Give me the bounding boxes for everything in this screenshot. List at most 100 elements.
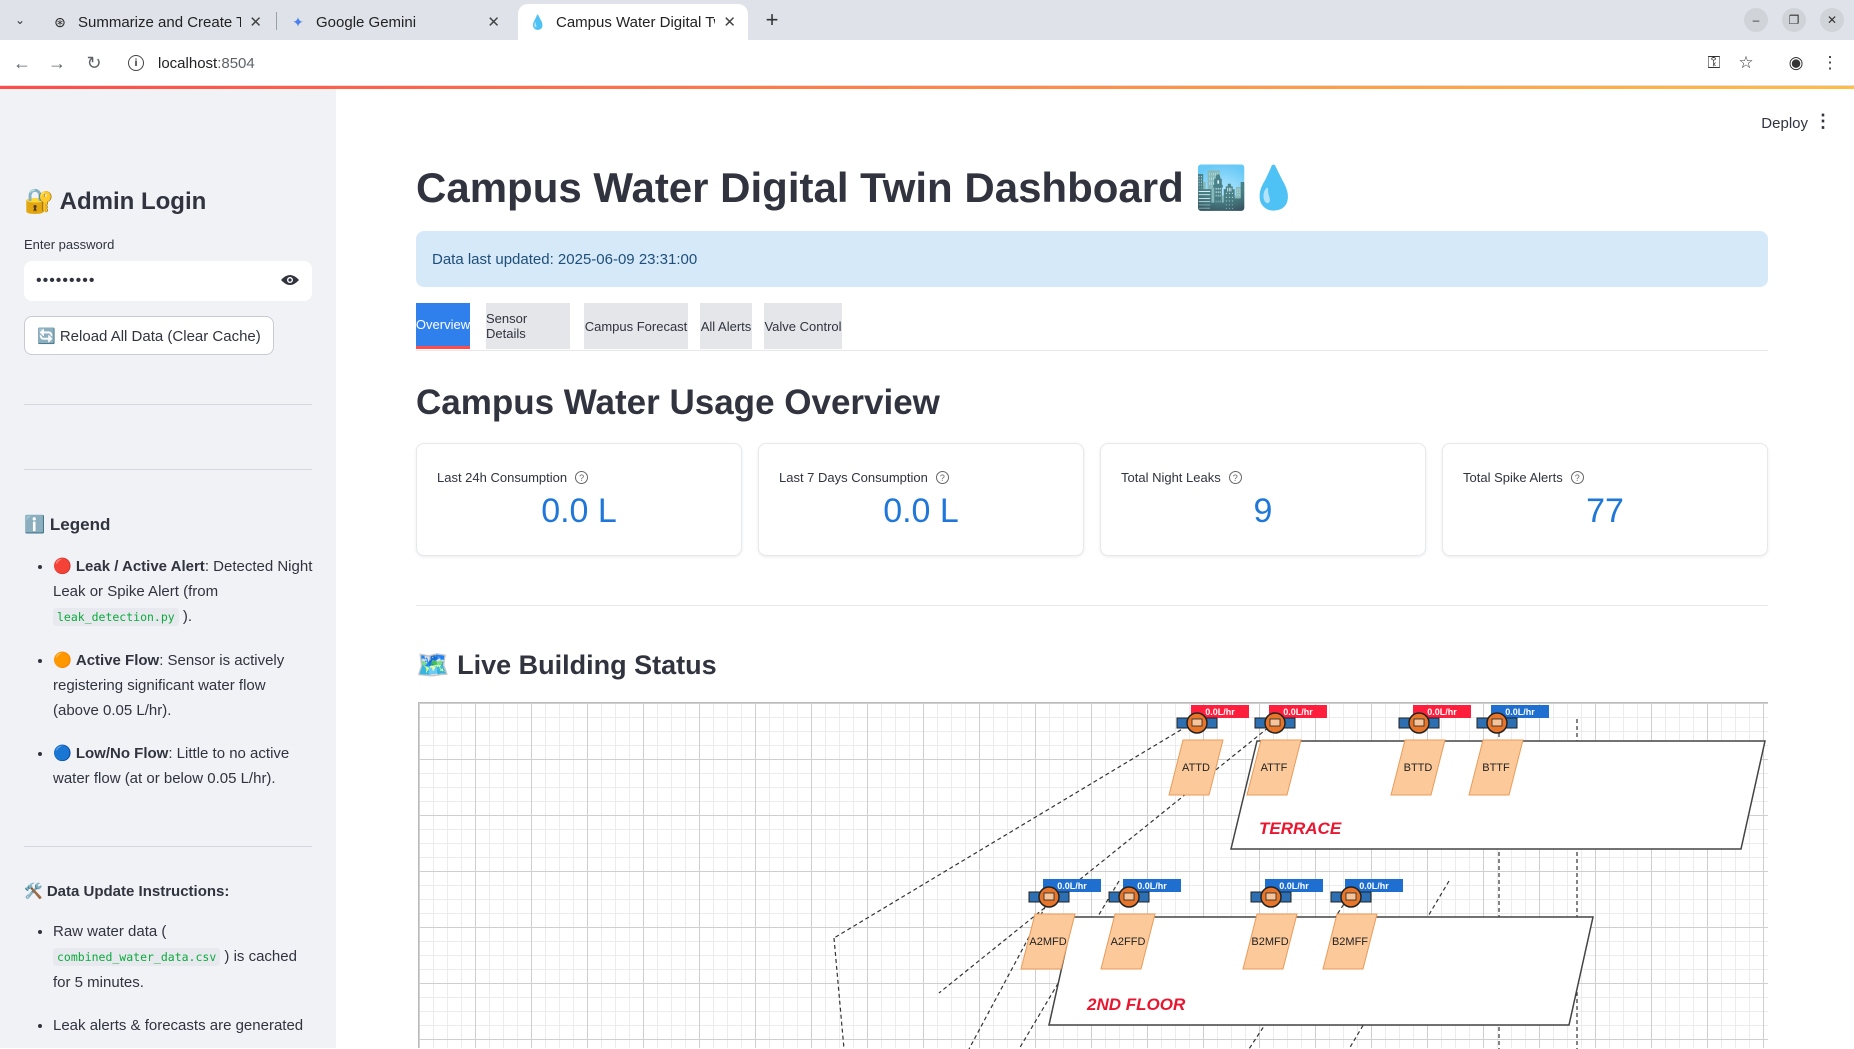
minimize-icon[interactable]: – <box>1744 8 1768 32</box>
url-port: :8504 <box>217 54 255 72</box>
browser-tab-gemini[interactable]: ✦ Google Gemini ✕ <box>278 4 512 40</box>
tab-separator <box>276 12 277 30</box>
close-tab-icon[interactable]: ✕ <box>723 13 736 31</box>
tab-all-alerts[interactable]: All Alerts <box>700 303 752 349</box>
password-key-icon[interactable]: ⚿ <box>1702 51 1726 75</box>
browser-tab-bar: ⌄ ⊛ Summarize and Create T ✕ ✦ Google Ge… <box>0 0 1854 40</box>
password-label: Enter password <box>24 237 115 252</box>
sensor-reading: 0.0L/hr <box>1505 707 1535 717</box>
page-title: Campus Water Digital Twin Dashboard 🏙️💧 <box>416 164 1301 211</box>
tab-overview[interactable]: Overview <box>416 303 470 349</box>
back-icon[interactable]: ← <box>10 51 34 75</box>
legend-item-low-flow: 🔵 Low/No Flow: Little to no active water… <box>53 741 314 791</box>
help-icon[interactable]: ? <box>935 471 949 484</box>
floorplan-svg: TERRACE 2ND FLOOR 0.0L/hr ATTD 0.0L/hr ATTF… <box>833 705 1766 1049</box>
profile-icon[interactable]: ◉ <box>1784 51 1808 75</box>
help-icon[interactable]: ? <box>575 471 589 484</box>
openai-icon: ⊛ <box>54 13 66 30</box>
sidebar-title: 🔐 Admin Login <box>24 188 207 215</box>
sidebar-divider <box>24 404 312 405</box>
sensor-reading: 0.0L/hr <box>1359 881 1389 891</box>
new-tab-icon[interactable]: + <box>758 6 786 34</box>
browser-tab-summarize[interactable]: ⊛ Summarize and Create T ✕ <box>40 4 274 40</box>
app-header: Deploy ⋮ <box>336 89 1854 145</box>
sidebar: 🔐 Admin Login Enter password ••••••••• 🔄… <box>0 89 336 1048</box>
sensor-reading: 0.0L/hr <box>1137 881 1167 891</box>
sensor-attd[interactable]: 0.0L/hr ATTD <box>1168 705 1249 796</box>
overview-heading: Campus Water Usage Overview <box>416 383 940 422</box>
app-menu-icon[interactable]: ⋮ <box>1814 111 1832 132</box>
instruction-item: Leak alerts & forecasts are generated <box>53 1013 314 1038</box>
url-field[interactable]: i localhost:8504 <box>128 48 255 78</box>
sensor-id: BTTF <box>1482 762 1510 774</box>
legend-code: leak_detection.py <box>53 608 179 626</box>
legend-term: Low/No Flow <box>75 745 169 762</box>
meter-dial <box>1491 718 1503 727</box>
help-icon[interactable]: ? <box>1570 471 1584 484</box>
legend-item-leak: 🔴 Leak / Active Alert: Detected Night Le… <box>53 554 314 630</box>
metric-label: Total Spike Alerts <box>1463 470 1563 485</box>
sidebar-divider <box>24 846 312 847</box>
metric-card-night-leaks: Total Night Leaks? 9 <box>1100 443 1426 556</box>
meter-dial <box>1345 892 1357 901</box>
meter-dial <box>1269 718 1281 727</box>
tab-title: Google Gemini <box>316 13 417 31</box>
sensor-id: B2MFD <box>1251 936 1288 948</box>
last-updated-info: Data last updated: 2025-06-09 23:31:00 <box>416 231 1768 287</box>
close-tab-icon[interactable]: ✕ <box>249 13 262 31</box>
forward-icon[interactable]: → <box>45 51 69 75</box>
meter-dial <box>1123 892 1135 901</box>
show-password-eye-icon[interactable] <box>280 271 300 292</box>
instruction-item: Raw water data ( combined_water_data.csv… <box>53 919 314 995</box>
instruction-text: Raw water data ( <box>53 923 167 940</box>
instructions-title: 🛠️ Data Update Instructions: <box>24 883 230 900</box>
deploy-button[interactable]: Deploy <box>1761 115 1808 132</box>
metric-label: Last 24h Consumption <box>437 470 568 485</box>
floor-label: TERRACE <box>1259 819 1342 838</box>
metric-card-24h: Last 24h Consumption? 0.0 L <box>416 443 742 556</box>
tab-sensor-details[interactable]: Sensor Details <box>486 303 570 349</box>
sidebar-divider <box>24 469 312 470</box>
dashboard-tabs: Overview Sensor Details Campus Forecast … <box>416 303 1768 351</box>
meter-dial <box>1413 718 1425 727</box>
metric-value: 0.0 L <box>883 492 959 530</box>
close-window-icon[interactable]: ✕ <box>1820 8 1844 32</box>
sensor-reading: 0.0L/hr <box>1283 707 1313 717</box>
legend-title: ℹ️ Legend <box>24 515 111 534</box>
metric-card-7d: Last 7 Days Consumption? 0.0 L <box>758 443 1084 556</box>
tab-valve-control[interactable]: Valve Control <box>764 303 842 349</box>
address-bar: ← → ↻ i localhost:8504 ⚿ ☆ ◉ ⋮ <box>0 40 1854 86</box>
instruction-code: combined_water_data.csv <box>53 948 221 966</box>
password-field[interactable]: ••••••••• <box>24 261 312 301</box>
instruction-text: Leak alerts & forecasts are generated <box>53 1017 304 1034</box>
orange-circle-icon: 🟠 <box>53 652 72 669</box>
browser-tab-campus-water[interactable]: 💧 Campus Water Digital Tw ✕ <box>518 4 748 40</box>
password-input[interactable]: ••••••••• <box>36 272 280 290</box>
bookmark-star-icon[interactable]: ☆ <box>1734 51 1758 75</box>
reload-icon[interactable]: ↻ <box>82 51 106 75</box>
sensor-reading: 0.0L/hr <box>1057 881 1087 891</box>
restore-icon[interactable]: ❐ <box>1782 8 1806 32</box>
close-tab-icon[interactable]: ✕ <box>487 13 500 31</box>
legend-term: Active Flow <box>75 652 160 669</box>
live-status-heading: 🗺️ Live Building Status <box>416 650 717 680</box>
help-icon[interactable]: ? <box>1228 471 1242 484</box>
site-info-icon[interactable]: i <box>128 55 144 71</box>
meter-dial <box>1043 892 1055 901</box>
sensor-reading: 0.0L/hr <box>1279 881 1309 891</box>
section-divider <box>416 605 1768 606</box>
metric-label: Last 7 Days Consumption <box>779 470 928 485</box>
legend-tail: ). <box>178 608 193 625</box>
sensor-reading: 0.0L/hr <box>1427 707 1457 717</box>
sensor-id: ATTD <box>1182 762 1210 774</box>
sensor-id: ATTF <box>1261 762 1288 774</box>
tab-search-icon[interactable]: ⌄ <box>8 8 32 32</box>
metric-value: 0.0 L <box>541 492 617 530</box>
url-host: localhost <box>158 54 218 72</box>
browser-menu-icon[interactable]: ⋮ <box>1818 51 1842 75</box>
instructions-list: Raw water data ( combined_water_data.csv… <box>24 919 314 1048</box>
tab-campus-forecast[interactable]: Campus Forecast <box>584 303 688 349</box>
meter-dial <box>1191 718 1203 727</box>
water-drop-icon: 💧 <box>529 13 547 30</box>
reload-data-button[interactable]: 🔄 Reload All Data (Clear Cache) <box>24 316 274 355</box>
